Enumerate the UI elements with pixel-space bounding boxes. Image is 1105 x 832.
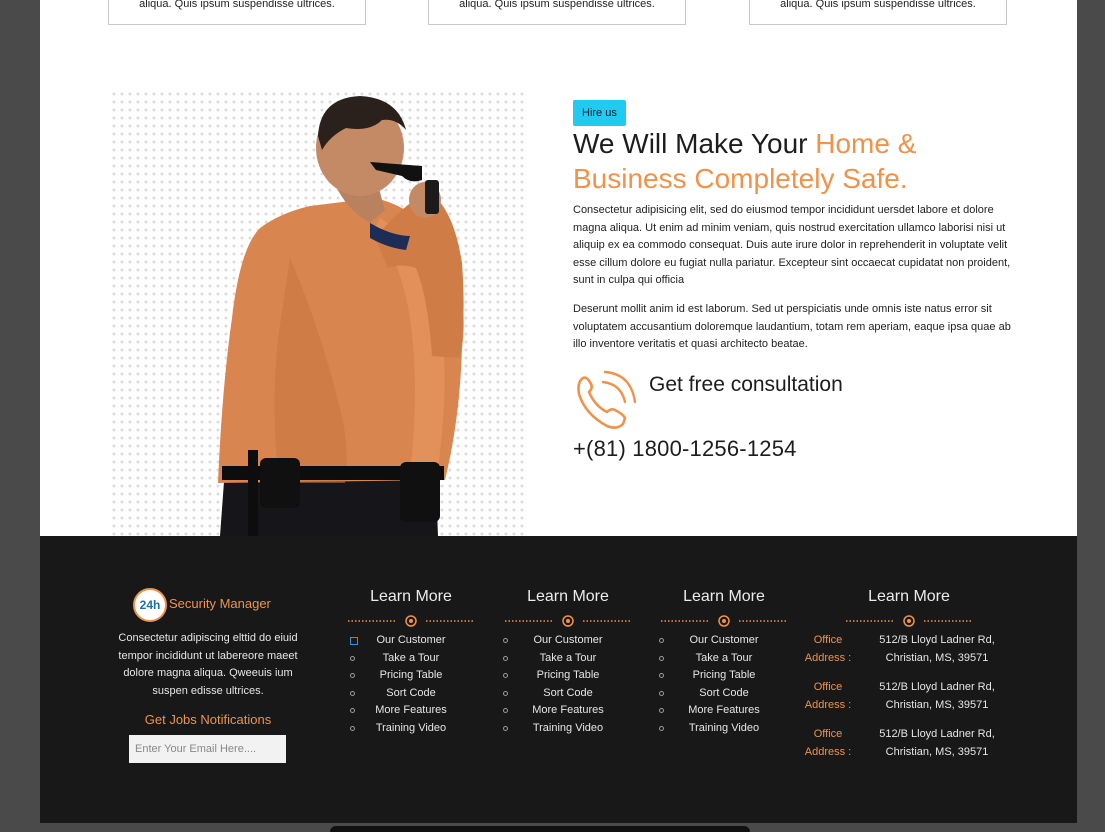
bullet-icon — [659, 673, 664, 678]
footer-link[interactable]: Pricing Table — [659, 667, 789, 685]
bullet-icon — [659, 690, 664, 696]
hero-paragraph-1: Consectetur adipisicing elit, sed do eiu… — [573, 204, 1011, 286]
bullet-icon — [350, 673, 355, 678]
bullet-icon — [503, 638, 508, 643]
office-address: Office Address : 512/B Lloyd Ladner Rd, Ch… — [804, 634, 995, 664]
footer-address-column: Learn More Office Address : 512/B Lloyd L… — [790, 588, 1028, 758]
bullet-icon — [503, 708, 508, 713]
feature-card-text: aliqua. Quis ipsum suspendisse ultrices. — [780, 0, 976, 10]
bullet-icon — [503, 673, 508, 678]
feature-card-text: aliqua. Quis ipsum suspendisse ultrices. — [139, 0, 335, 10]
footer-links-column: Learn More Our Customer Take a Tour Pric… — [503, 588, 633, 734]
office-address: Office Address : 512/B Lloyd Ladner Rd, Ch… — [804, 728, 995, 758]
footer-link[interactable]: Training Video — [346, 720, 476, 738]
bullet-icon — [503, 655, 508, 661]
brand-name: Security Manager — [169, 596, 271, 611]
headline-plain: We Will Make Your — [573, 128, 816, 159]
divider-ornament-icon — [846, 615, 972, 627]
bullet-icon — [350, 690, 355, 696]
office-address: Office Address : 512/B Lloyd Ladner Rd, Ch… — [804, 681, 995, 711]
divider-ornament-icon — [661, 615, 787, 627]
divider-ornament-icon — [348, 615, 474, 627]
footer-link[interactable]: Sort Code — [346, 685, 476, 703]
footer-about-text: Consectetur adipiscing elttid do eiuid t… — [118, 632, 298, 697]
footer-link[interactable]: Take a Tour — [503, 650, 633, 668]
footer-links-column: Learn More Our Customer Take a Tour Pric… — [346, 588, 476, 734]
column-title: Learn More — [527, 588, 609, 605]
footer-link[interactable]: More Features — [346, 702, 476, 720]
bullet-icon — [659, 725, 664, 731]
footer-link[interactable]: Take a Tour — [659, 650, 789, 668]
feature-card-text: aliqua. Quis ipsum suspendisse ultrices. — [459, 0, 655, 10]
footer-link[interactable]: Our Customer — [659, 632, 789, 650]
feature-card: aliqua. Quis ipsum suspendisse ultrices. — [428, 0, 686, 25]
footer-link[interactable]: More Features — [503, 702, 633, 720]
cursor-icon — [350, 637, 358, 645]
security-guard-image — [218, 96, 464, 536]
hero-headline: We Will Make Your Home & Business Comple… — [573, 126, 993, 196]
footer-link[interactable]: Sort Code — [659, 685, 789, 703]
feature-card: aliqua. Quis ipsum suspendisse ultrices. — [108, 0, 366, 25]
footer-links-column: Learn More Our Customer Take a Tour Pric… — [659, 588, 789, 734]
feature-card: aliqua. Quis ipsum suspendisse ultrices. — [749, 0, 1007, 25]
jobs-notification-title: Get Jobs Notifications — [144, 712, 272, 727]
bullet-icon — [350, 725, 355, 731]
hire-us-badge: Hire us — [573, 100, 626, 126]
column-title: Learn More — [683, 588, 765, 605]
hero-paragraph-2: Deserunt mollit anim id est laborum. Sed… — [573, 303, 1011, 350]
footer-link[interactable]: Our Customer — [503, 632, 633, 650]
bullet-icon — [503, 725, 508, 731]
phone-icon — [577, 370, 637, 429]
column-title: Learn More — [868, 588, 950, 605]
bullet-icon — [503, 690, 508, 696]
column-title: Learn More — [370, 588, 452, 605]
footer-link[interactable]: Training Video — [659, 720, 789, 738]
bullet-icon — [350, 655, 355, 661]
consultation-label: Get free consultation — [649, 373, 843, 396]
divider-ornament-icon — [505, 615, 631, 627]
logo-24h-icon: 24h — [133, 588, 167, 622]
bullet-icon — [350, 708, 355, 713]
footer-link[interactable]: Sort Code — [503, 685, 633, 703]
floating-bar — [330, 826, 750, 832]
bullet-icon — [659, 708, 664, 713]
footer-link[interactable]: More Features — [659, 702, 789, 720]
footer-link[interactable]: Training Video — [503, 720, 633, 738]
footer-link[interactable]: Take a Tour — [346, 650, 476, 668]
footer: 24h Security Manager Consectetur adipisc… — [40, 536, 1077, 823]
page: aliqua. Quis ipsum suspendisse ultrices.… — [40, 0, 1077, 832]
footer-link[interactable]: Pricing Table — [503, 667, 633, 685]
phone-number[interactable]: +(81) 1800-1256-1254 — [573, 436, 797, 462]
email-input[interactable] — [129, 735, 286, 763]
footer-link[interactable]: Pricing Table — [346, 667, 476, 685]
footer-link[interactable]: Our Customer — [346, 632, 476, 650]
bullet-icon — [659, 638, 664, 643]
bullet-icon — [659, 655, 664, 661]
